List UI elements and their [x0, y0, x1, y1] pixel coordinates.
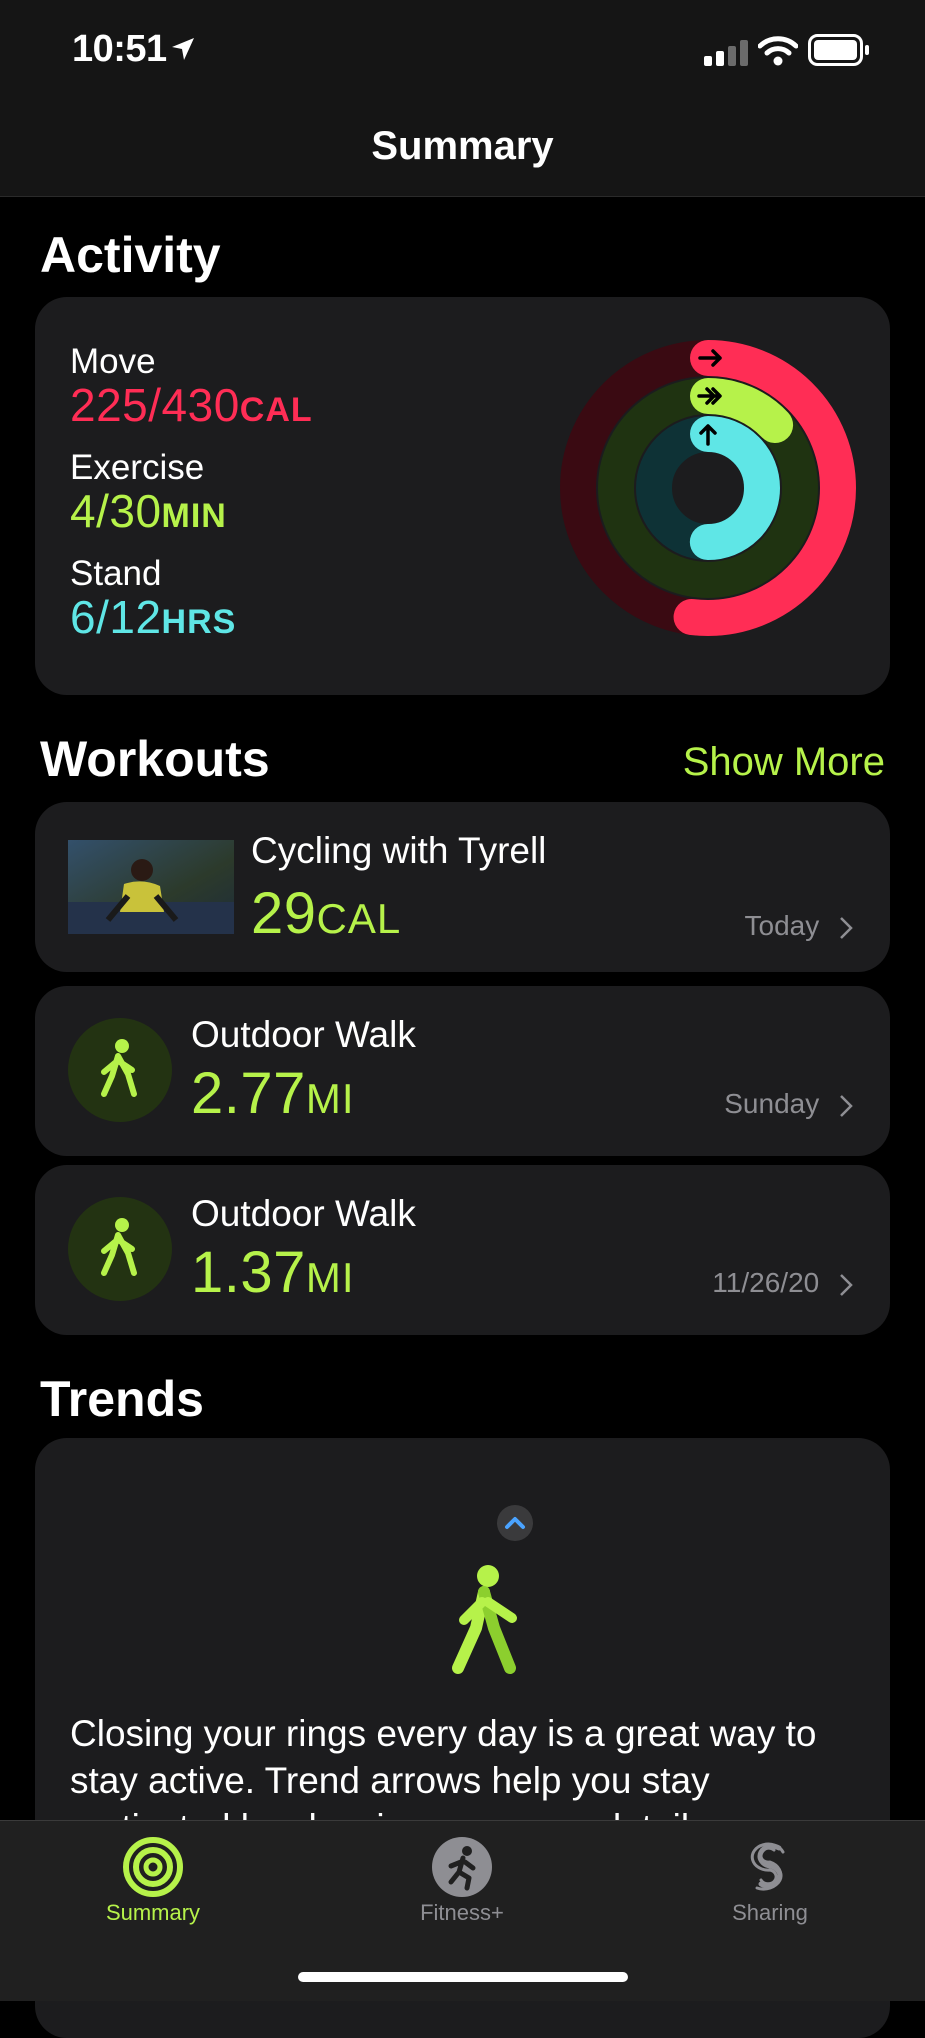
cellular-signal-icon: [704, 40, 748, 66]
runner-icon: [432, 1837, 492, 1897]
battery-icon: [808, 34, 869, 66]
walker-icon: [101, 1218, 137, 1276]
workouts-heading: Workouts: [40, 731, 270, 787]
workout-title: Outdoor Walk: [191, 1193, 416, 1234]
page-title: Summary: [371, 124, 554, 168]
stand-label: Stand: [70, 554, 162, 593]
workout-value: 2.77MI: [191, 1061, 355, 1126]
sharing-icon: [750, 1842, 785, 1891]
walker-illustration-icon: [452, 1565, 517, 1674]
move-label: Move: [70, 342, 156, 381]
workout-value: 29CAL: [251, 881, 402, 946]
activity-rings-icon: [123, 1837, 183, 1897]
tab-sharing[interactable]: Sharing: [670, 1830, 870, 1930]
status-time: 10:51: [72, 28, 167, 70]
workout-thumbnail: [68, 840, 234, 934]
tab-label: Summary: [105, 1900, 201, 1925]
tab-label: Fitness+: [420, 1900, 504, 1925]
move-value: 225/430CAL: [70, 379, 313, 431]
trends-heading: Trends: [40, 1371, 204, 1427]
home-indicator[interactable]: [298, 1972, 628, 1982]
workout-title: Cycling with Tyrell: [251, 830, 547, 871]
walk-badge: [68, 1197, 172, 1301]
activity-heading: Activity: [40, 227, 221, 283]
chevron-right-icon: [840, 916, 853, 939]
exercise-label: Exercise: [70, 448, 205, 487]
chevron-right-icon: [840, 1094, 853, 1117]
tab-fitness-plus[interactable]: Fitness+: [362, 1830, 562, 1930]
workout-value: 1.37MI: [191, 1240, 355, 1305]
workout-date: Today: [745, 910, 854, 942]
walk-badge: [68, 1018, 172, 1122]
walker-icon: [101, 1039, 137, 1097]
exercise-value: 4/30MIN: [70, 485, 227, 537]
wifi-icon: [758, 36, 798, 66]
tab-summary[interactable]: Summary: [53, 1830, 253, 1930]
chevron-right-icon: [840, 1273, 853, 1296]
workout-date: Sunday: [724, 1088, 853, 1120]
show-more-link[interactable]: Show More: [683, 740, 885, 785]
workout-date: 11/26/20: [712, 1267, 853, 1299]
location-arrow-icon: [172, 38, 194, 60]
activity-rings[interactable]: [556, 336, 860, 640]
stand-value: 6/12HRS: [70, 591, 237, 643]
trend-up-arrow-icon: [497, 1505, 533, 1541]
workout-title: Outdoor Walk: [191, 1014, 416, 1055]
tab-label: Sharing: [732, 1900, 808, 1925]
